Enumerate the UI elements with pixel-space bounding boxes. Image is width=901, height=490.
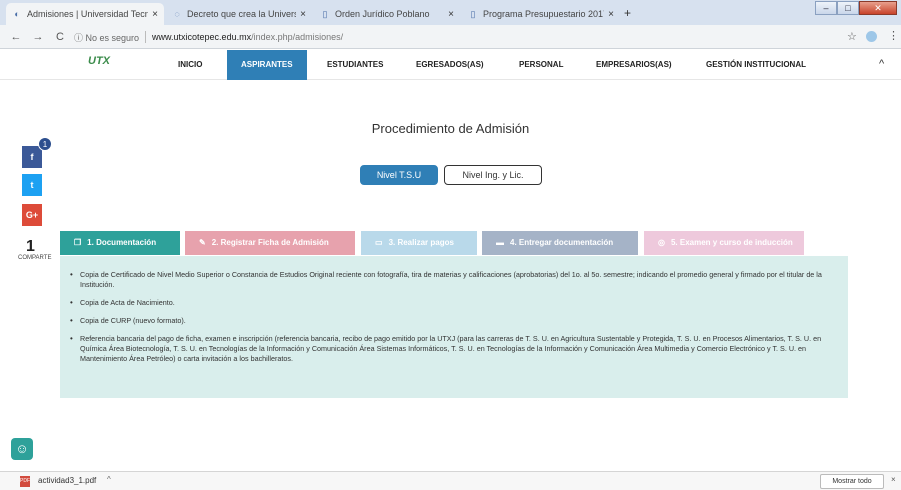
- bookmark-star-icon[interactable]: ☆: [847, 30, 857, 43]
- reload-button[interactable]: C: [54, 31, 66, 43]
- maximize-button[interactable]: □: [837, 1, 859, 15]
- pdf-file-icon: PDF: [20, 476, 30, 487]
- requirements-list: Copia de Certificado de Nivel Medio Supe…: [70, 270, 834, 364]
- site-navbar: UTX INICIO ASPIRANTES ESTUDIANTES EGRESA…: [0, 50, 901, 80]
- edit-icon: ✎: [199, 238, 206, 247]
- list-item: Referencia bancaria del pago de ficha, e…: [70, 334, 834, 364]
- nav-inicio[interactable]: INICIO: [178, 50, 202, 80]
- tab-close-icon[interactable]: ×: [300, 9, 306, 20]
- share-count: 1: [26, 238, 35, 255]
- list-item: Copia de Acta de Nacimiento.: [70, 298, 834, 308]
- tab-title: Orden Jurídico Poblano: [335, 9, 430, 19]
- download-bar-close-icon[interactable]: ×: [891, 475, 896, 484]
- site-icon: ◐: [14, 9, 20, 19]
- step-label: 5. Examen y curso de inducción: [670, 238, 793, 247]
- loading-icon: ◌: [174, 9, 180, 19]
- page-title: Procedimiento de Admisión: [371, 121, 530, 136]
- collapse-chevron-icon[interactable]: ^: [879, 58, 884, 70]
- new-tab-button[interactable]: +: [624, 6, 631, 20]
- address-bar: ← → C ⓘ No es seguro www.utxicotepec.edu…: [0, 25, 901, 49]
- facebook-share-button[interactable]: f: [22, 146, 42, 168]
- nav-personal[interactable]: PERSONAL: [519, 50, 563, 80]
- nav-aspirantes[interactable]: ASPIRANTES: [227, 50, 307, 80]
- download-filename[interactable]: actividad3_1.pdf: [38, 476, 96, 485]
- browser-menu-icon[interactable]: ⋮: [888, 29, 899, 42]
- documentacion-panel: Copia de Certificado de Nivel Medio Supe…: [60, 256, 848, 398]
- browser-tab-admisiones[interactable]: ◐ Admisiones | Universidad Tecnol ×: [6, 3, 164, 25]
- share-label: COMPARTE: [18, 255, 52, 261]
- browser-tabstrip: ◐ Admisiones | Universidad Tecnol × ◌ De…: [0, 0, 901, 25]
- level-ing-lic-button[interactable]: Nivel Ing. y Lic.: [444, 165, 542, 185]
- omnibox-divider: [145, 31, 147, 43]
- nav-estudiantes[interactable]: ESTUDIANTES: [327, 50, 383, 80]
- level-tsu-button[interactable]: Nivel T.S.U: [360, 165, 438, 185]
- step-label: 2. Registrar Ficha de Admisión: [211, 238, 329, 247]
- step-tab-documentacion[interactable]: ❐ 1. Documentación: [60, 231, 180, 255]
- site-logo[interactable]: UTX: [88, 55, 128, 75]
- share-badge: 1: [38, 137, 52, 151]
- browser-tab-decreto[interactable]: ◌ Decreto que crea la Universidad ×: [166, 3, 312, 25]
- list-item: Copia de Certificado de Nivel Medio Supe…: [70, 270, 834, 290]
- window-close-button[interactable]: ✕: [859, 1, 897, 15]
- nav-egresados[interactable]: EGRESADOS(AS): [416, 50, 484, 80]
- tab-title: Admisiones | Universidad Tecnol: [27, 9, 149, 19]
- step-label: 4. Entregar documentación: [510, 238, 614, 247]
- page-icon: ▯: [470, 9, 476, 19]
- tab-close-icon[interactable]: ×: [152, 9, 158, 20]
- nav-empresarios[interactable]: EMPRESARIOS(AS): [596, 50, 672, 80]
- step-label: 1. Documentación: [87, 238, 157, 247]
- tab-title: Programa Presupuestario 2017 |: [483, 9, 605, 19]
- show-all-downloads-button[interactable]: Mostrar todo: [820, 474, 884, 489]
- browser-tab-programa[interactable]: ▯ Programa Presupuestario 2017 | ×: [462, 3, 620, 25]
- forward-button[interactable]: →: [32, 31, 44, 43]
- folder-icon: ▬: [496, 238, 504, 247]
- step-label: 3. Realizar pagos: [388, 238, 454, 247]
- list-item: Copia de CURP (nuevo formato).: [70, 316, 834, 326]
- step-tab-registrar-ficha[interactable]: ✎ 2. Registrar Ficha de Admisión: [185, 231, 355, 255]
- extension-icon[interactable]: [866, 31, 877, 42]
- accessibility-icon[interactable]: ☺: [11, 438, 33, 460]
- tab-close-icon[interactable]: ×: [448, 9, 454, 20]
- payment-icon: ▭: [375, 238, 383, 247]
- tab-close-icon[interactable]: ×: [608, 9, 614, 20]
- googleplus-share-button[interactable]: G+: [22, 204, 42, 226]
- download-bar: PDF actividad3_1.pdf ^ Mostrar todo ×: [0, 471, 901, 490]
- window-controls: – □ ✕: [815, 1, 897, 15]
- url-path: /index.php/admisiones/: [251, 32, 344, 42]
- url-input[interactable]: ⓘ No es seguro www.utxicotepec.edu.mx/in…: [74, 28, 854, 46]
- security-indicator[interactable]: ⓘ No es seguro: [74, 31, 139, 44]
- url-host: www.utxicotepec.edu.mx: [152, 32, 252, 42]
- documents-icon: ❐: [74, 238, 82, 247]
- download-options-icon[interactable]: ^: [107, 475, 111, 484]
- step-tab-realizar-pagos[interactable]: ▭ 3. Realizar pagos: [361, 231, 477, 255]
- twitter-share-button[interactable]: t: [22, 174, 42, 196]
- back-button[interactable]: ←: [10, 31, 22, 43]
- exam-icon: ◎: [658, 238, 665, 247]
- browser-tab-orden-juridico[interactable]: ▯ Orden Jurídico Poblano ×: [314, 3, 460, 25]
- step-tab-examen[interactable]: ◎ 5. Examen y curso de inducción: [644, 231, 804, 255]
- step-tab-entregar-documentacion[interactable]: ▬ 4. Entregar documentación: [482, 231, 638, 255]
- page-icon: ▯: [322, 9, 328, 19]
- nav-gestion-institucional[interactable]: GESTIÓN INSTITUCIONAL: [706, 50, 806, 80]
- tab-title: Decreto que crea la Universidad: [187, 9, 296, 19]
- minimize-button[interactable]: –: [815, 1, 837, 15]
